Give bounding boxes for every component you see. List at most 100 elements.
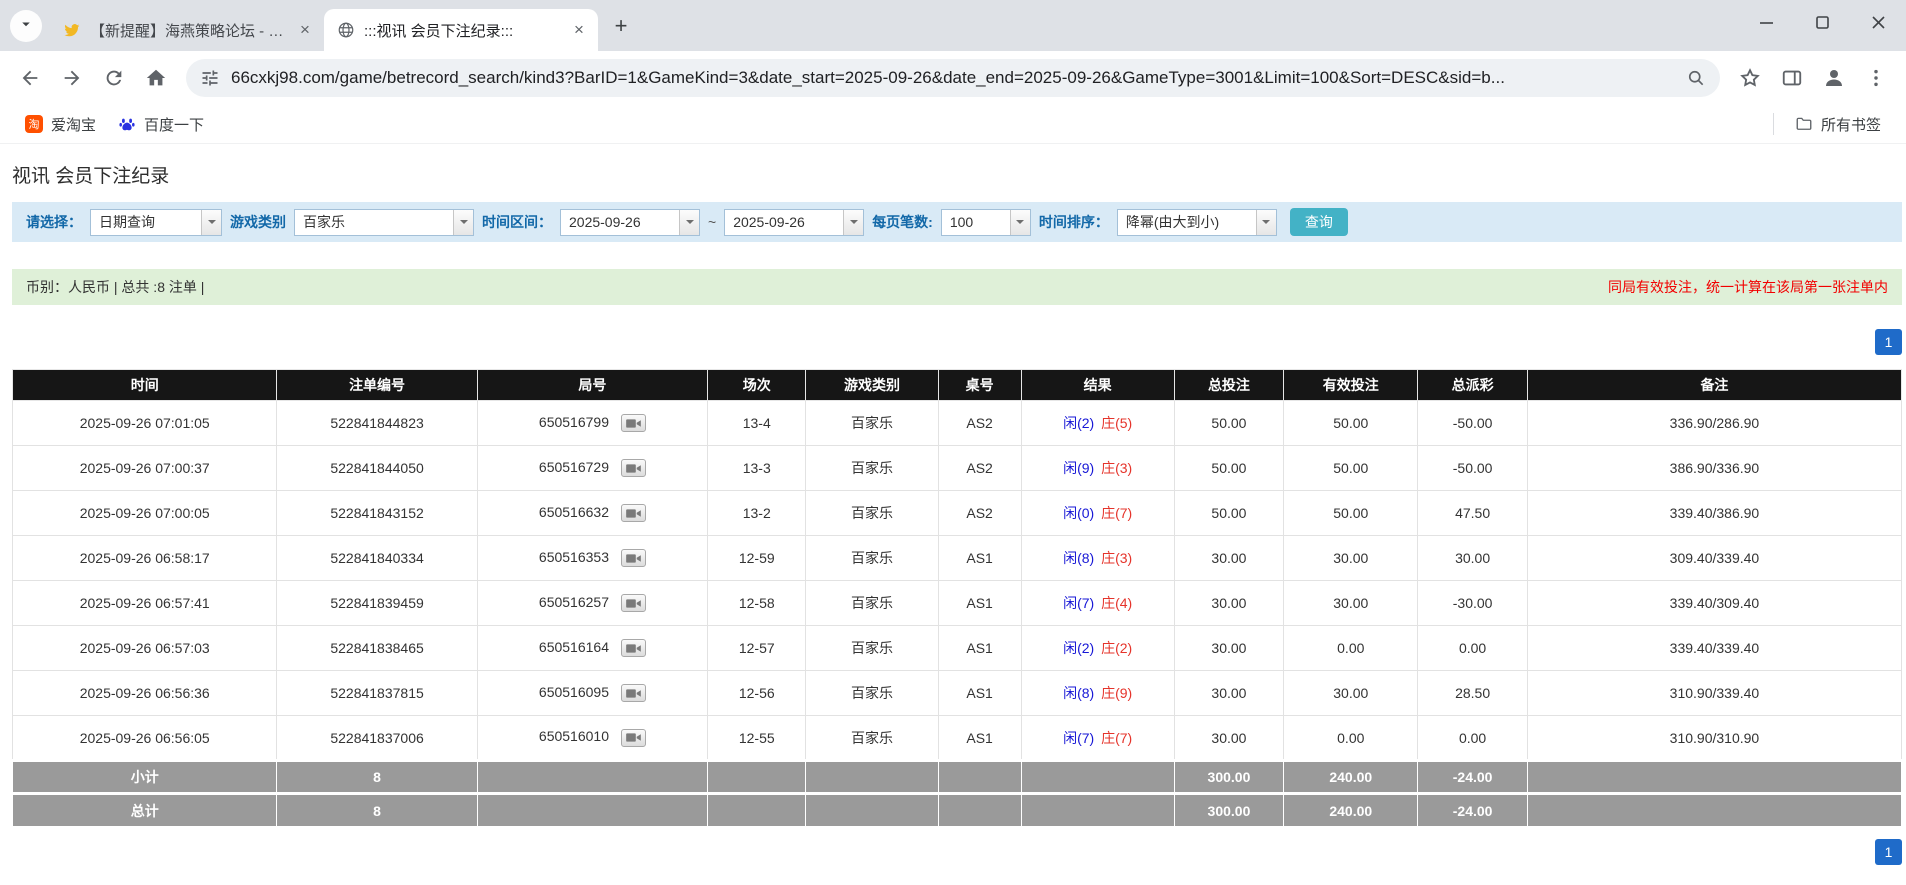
- new-tab-button[interactable]: +: [604, 9, 638, 43]
- home-button[interactable]: [136, 58, 176, 98]
- date-start-select[interactable]: 2025-09-26: [560, 209, 700, 236]
- table-row: 2025-09-26 07:00:05 522841843152 6505166…: [13, 491, 1902, 536]
- footer-cell: [708, 794, 806, 827]
- dropdown-arrow-icon[interactable]: [1256, 210, 1276, 235]
- zoom-icon[interactable]: [1686, 68, 1706, 88]
- result-banker: 庄(9): [1101, 685, 1132, 701]
- bookmark-taobao[interactable]: 淘 爱淘宝: [14, 110, 107, 139]
- refresh-button[interactable]: [94, 58, 134, 98]
- page-1-button[interactable]: 1: [1875, 329, 1902, 355]
- result-player: 闲(8): [1063, 685, 1094, 701]
- game-type-select[interactable]: 百家乐: [294, 209, 474, 236]
- footer-cell: [708, 761, 806, 794]
- minimize-button[interactable]: [1756, 12, 1776, 32]
- result-player: 闲(2): [1063, 415, 1094, 431]
- profile-avatar[interactable]: [1814, 58, 1854, 98]
- result-player: 闲(8): [1063, 550, 1094, 566]
- per-page-select[interactable]: 100: [941, 209, 1031, 236]
- browser-toolbar: 66cxkj98.com/game/betrecord_search/kind3…: [0, 51, 1906, 105]
- search-button[interactable]: 查询: [1290, 208, 1348, 236]
- side-panel-icon[interactable]: [1772, 58, 1812, 98]
- close-window-button[interactable]: [1868, 12, 1888, 32]
- cell-total-bet[interactable]: 50.00: [1174, 491, 1284, 536]
- cell-session: 12-58: [708, 581, 806, 626]
- cell-session: 13-3: [708, 446, 806, 491]
- cell-result: 闲(8) 庄(3): [1021, 536, 1174, 581]
- bookmark-baidu[interactable]: 百度一下: [107, 110, 215, 139]
- cell-round: 650516010: [477, 716, 707, 761]
- col-header-total-bet: 总投注: [1174, 370, 1284, 401]
- url-text: 66cxkj98.com/game/betrecord_search/kind3…: [231, 68, 1675, 88]
- address-bar[interactable]: 66cxkj98.com/game/betrecord_search/kind3…: [186, 59, 1720, 97]
- video-replay-icon[interactable]: [621, 504, 646, 522]
- cell-payout: -30.00: [1418, 581, 1528, 626]
- tab-forum[interactable]: 【新提醒】海燕策略论坛 - 综合 ×: [50, 9, 324, 51]
- site-settings-icon[interactable]: [200, 68, 220, 88]
- dropdown-arrow-icon[interactable]: [843, 210, 863, 235]
- tab-close-icon[interactable]: ×: [568, 19, 590, 41]
- cell-valid-bet: 30.00: [1284, 581, 1418, 626]
- video-replay-icon[interactable]: [621, 594, 646, 612]
- video-replay-icon[interactable]: [621, 639, 646, 657]
- bookmarks-right: 所有书签: [1773, 110, 1892, 139]
- cell-total-bet[interactable]: 30.00: [1174, 671, 1284, 716]
- dropdown-arrow-icon[interactable]: [1010, 210, 1030, 235]
- cell-total-bet[interactable]: 50.00: [1174, 446, 1284, 491]
- cell-session: 13-2: [708, 491, 806, 536]
- cell-total-bet[interactable]: 30.00: [1174, 536, 1284, 581]
- bookmarks-bar: 淘 爱淘宝 百度一下 所有书签: [0, 105, 1906, 144]
- dropdown-arrow-icon[interactable]: [201, 210, 221, 235]
- date-end-select[interactable]: 2025-09-26: [724, 209, 864, 236]
- tab-close-icon[interactable]: ×: [294, 19, 316, 41]
- select-type-label: 请选择：: [26, 212, 82, 232]
- round-id: 650516164: [539, 639, 609, 655]
- cell-total-bet[interactable]: 30.00: [1174, 581, 1284, 626]
- footer-count: 8: [277, 761, 477, 794]
- back-button[interactable]: [10, 58, 50, 98]
- video-replay-icon[interactable]: [621, 459, 646, 477]
- all-bookmarks-button[interactable]: 所有书签: [1784, 110, 1892, 139]
- table-row: 2025-09-26 06:58:17 522841840334 6505163…: [13, 536, 1902, 581]
- cell-result: 闲(7) 庄(7): [1021, 716, 1174, 761]
- sort-select[interactable]: 降幂(由大到小): [1117, 209, 1277, 236]
- cell-total-bet[interactable]: 50.00: [1174, 401, 1284, 446]
- page-1-button[interactable]: 1: [1875, 839, 1902, 865]
- dropdown-arrow-icon[interactable]: [679, 210, 699, 235]
- video-replay-icon[interactable]: [621, 684, 646, 702]
- footer-cell: [806, 761, 938, 794]
- forward-button[interactable]: [52, 58, 92, 98]
- video-replay-icon[interactable]: [621, 549, 646, 567]
- pagination-top: 1: [12, 329, 1902, 355]
- cell-round: 650516632: [477, 491, 707, 536]
- query-type-select[interactable]: 日期查询: [90, 209, 222, 236]
- tab-search-button[interactable]: [10, 10, 42, 42]
- result-banker: 庄(2): [1101, 640, 1132, 656]
- bet-table-footer: 小计 8 300.00 240.00 -24.00 总计 8: [13, 761, 1902, 827]
- bookmark-star-icon[interactable]: [1730, 58, 1770, 98]
- cell-total-bet[interactable]: 30.00: [1174, 716, 1284, 761]
- cell-table: AS1: [938, 626, 1021, 671]
- menu-dots-icon[interactable]: [1856, 58, 1896, 98]
- cell-result: 闲(2) 庄(2): [1021, 626, 1174, 671]
- maximize-button[interactable]: [1812, 12, 1832, 32]
- col-header-valid-bet: 有效投注: [1284, 370, 1418, 401]
- sort-value: 降幂(由大到小): [1118, 210, 1256, 235]
- cell-time: 2025-09-26 07:00:37: [13, 446, 277, 491]
- cell-time: 2025-09-26 07:00:05: [13, 491, 277, 536]
- cell-session: 12-55: [708, 716, 806, 761]
- footer-total-bet: 300.00: [1174, 794, 1284, 827]
- result-player: 闲(2): [1063, 640, 1094, 656]
- video-replay-icon[interactable]: [621, 414, 646, 432]
- table-row: 2025-09-26 06:57:41 522841839459 6505162…: [13, 581, 1902, 626]
- tab-bet-records[interactable]: :::视讯 会员下注纪录::: ×: [324, 9, 598, 51]
- footer-cell: [1021, 761, 1174, 794]
- globe-favicon-icon: [337, 21, 355, 39]
- dropdown-arrow-icon[interactable]: [453, 210, 473, 235]
- cell-bet-id: 522841837815: [277, 671, 477, 716]
- cell-note: 310.90/339.40: [1527, 671, 1901, 716]
- footer-label: 小计: [13, 761, 277, 794]
- cell-game: 百家乐: [806, 716, 938, 761]
- cell-note: 339.40/386.90: [1527, 491, 1901, 536]
- video-replay-icon[interactable]: [621, 729, 646, 747]
- cell-total-bet[interactable]: 30.00: [1174, 626, 1284, 671]
